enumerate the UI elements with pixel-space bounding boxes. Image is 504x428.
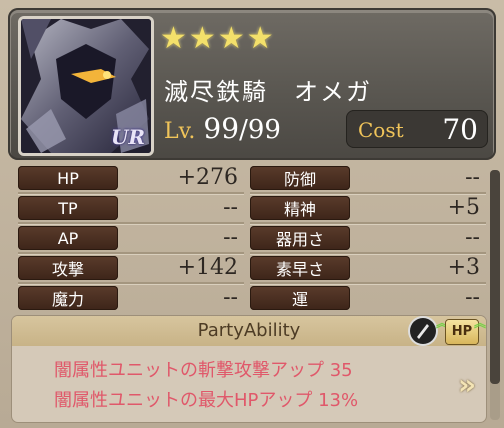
star-icon: ★ <box>246 21 274 56</box>
stat-row-ap: AP -- <box>18 226 240 252</box>
stat-label-spirit: 精神 <box>250 196 350 220</box>
stat-label-magic: 魔力 <box>18 286 118 310</box>
stat-label-ap: AP <box>18 226 118 250</box>
chevron-right-icon[interactable]: » <box>458 368 476 401</box>
stat-label-attack: 攻撃 <box>18 256 118 280</box>
rarity-badge-ur: UR <box>110 125 145 149</box>
stat-label-hp: HP <box>18 166 118 190</box>
party-ability-line: 闇属性ユニットの最大HPアップ 13% <box>54 390 359 411</box>
divider <box>250 252 486 254</box>
cost-value: 70 <box>442 113 478 146</box>
divider <box>18 222 244 224</box>
stat-label-dexterity: 器用さ <box>250 226 350 250</box>
stat-label-luck: 運 <box>250 286 350 310</box>
up-arrow-icon: ︽ <box>474 316 486 330</box>
stat-value-magic: -- <box>223 285 238 310</box>
slash-icon-glyph <box>417 324 429 339</box>
stat-value-hp: +276 <box>177 165 238 190</box>
level-label: Lv. <box>164 119 196 144</box>
stat-row-attack: 攻撃 +142 <box>18 256 240 282</box>
star-icon: ★ <box>188 21 216 56</box>
divider <box>250 222 486 224</box>
stat-row-spirit: 精神 +5 <box>250 196 486 222</box>
stat-value-attack: +142 <box>177 255 238 280</box>
stat-row-agility: 素早さ +3 <box>250 256 486 282</box>
party-ability-panel[interactable]: PartyAbility ︽ HP ︽ 闇属性ユニットの斬撃攻撃アップ 35 闇… <box>12 316 486 422</box>
stat-value-ap: -- <box>223 225 238 250</box>
cost-display: Cost 70 <box>346 110 488 148</box>
unit-portrait[interactable]: UR <box>18 16 154 156</box>
stat-label-defense: 防御 <box>250 166 350 190</box>
level-value: 99 <box>203 112 240 145</box>
stat-row-luck: 運 -- <box>250 286 486 312</box>
star-icon: ★ <box>217 21 245 56</box>
stat-value-spirit: +5 <box>447 195 480 220</box>
stat-value-tp: -- <box>223 195 238 220</box>
divider <box>18 252 244 254</box>
level-max: /99 <box>239 115 281 145</box>
stat-value-dexterity: -- <box>465 225 480 250</box>
stat-value-luck: -- <box>465 285 480 310</box>
stat-row-magic: 魔力 -- <box>18 286 240 312</box>
level-display: Lv. 99 /99 <box>158 112 340 148</box>
divider <box>250 192 486 194</box>
stat-row-defense: 防御 -- <box>250 166 486 192</box>
stat-row-tp: TP -- <box>18 196 240 222</box>
star-icon: ★ <box>160 21 187 56</box>
stat-value-defense: -- <box>465 165 480 190</box>
divider <box>250 282 486 284</box>
party-ability-line: 闇属性ユニットの斬撃攻撃アップ 35 <box>54 360 353 381</box>
cost-label: Cost <box>358 118 404 142</box>
divider <box>18 282 244 284</box>
unit-name: 滅尽鉄騎 オメガ <box>164 78 372 106</box>
divider <box>18 192 244 194</box>
unit-detail-panel: UR ★ ★ ★ ★ 滅尽鉄騎 オメガ Lv. 99 /99 Cost 70 H… <box>0 0 504 428</box>
scrollbar-thumb[interactable] <box>490 170 500 384</box>
rarity-stars: ★ ★ ★ ★ <box>160 24 274 54</box>
stat-value-agility: +3 <box>447 255 480 280</box>
stat-row-hp: HP +276 <box>18 166 240 192</box>
slash-skill-icon <box>410 318 436 344</box>
stat-row-dexterity: 器用さ -- <box>250 226 486 252</box>
stat-label-agility: 素早さ <box>250 256 350 280</box>
stat-label-tp: TP <box>18 196 118 220</box>
